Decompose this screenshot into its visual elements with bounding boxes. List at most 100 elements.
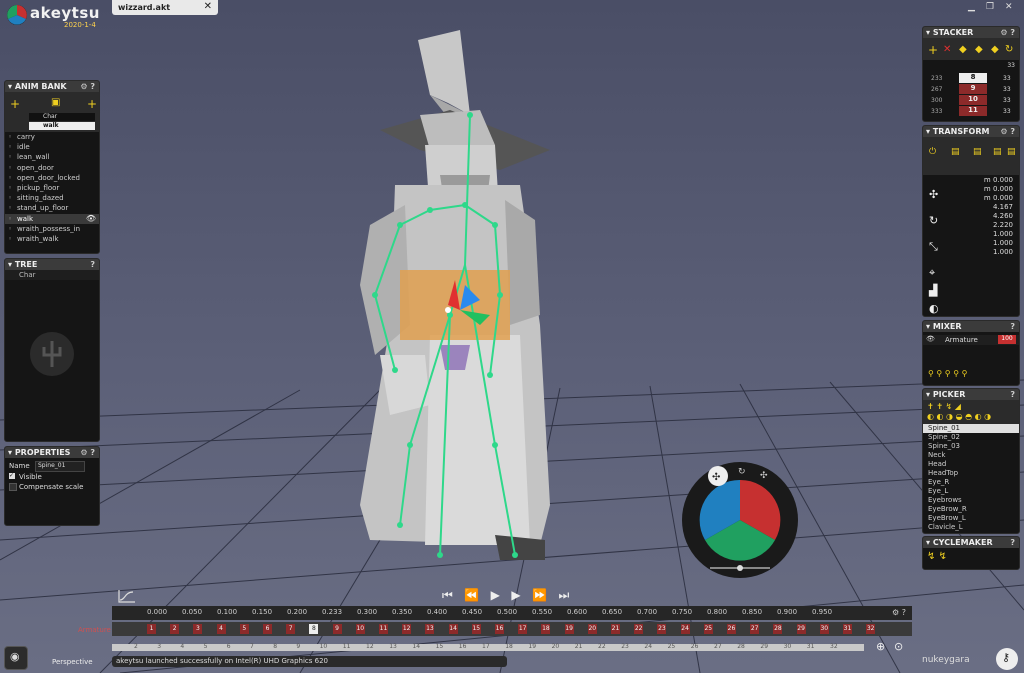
keyframe[interactable]: 17	[518, 624, 528, 634]
keyframe[interactable]: 26	[727, 624, 736, 634]
list-item[interactable]: wraith_walk	[5, 234, 99, 244]
play-icon[interactable]: ▶	[491, 588, 500, 602]
keyframe[interactable]: 29	[796, 624, 806, 634]
list-item[interactable]: idle	[5, 142, 99, 152]
mirror-icon[interactable]: ▤	[993, 147, 1002, 157]
keyframe[interactable]: 22	[634, 624, 644, 634]
maximize-icon[interactable]: ❐	[986, 2, 994, 12]
name-field[interactable]: Spine_01	[35, 461, 85, 472]
settings-help-icon[interactable]: ⚙ ?	[80, 81, 95, 92]
window-close-icon[interactable]: ✕	[1005, 2, 1013, 12]
key-copy-icon[interactable]: ◆	[975, 44, 983, 55]
list-item[interactable]: Eye_L	[923, 487, 1019, 496]
copy-icon[interactable]: ▤	[951, 147, 960, 157]
keyframe[interactable]: 21	[611, 624, 620, 634]
keyframe[interactable]: 23	[657, 624, 667, 634]
stacker-field[interactable]: 33	[1007, 62, 1015, 69]
play-loop-icon[interactable]: ▶	[511, 588, 520, 602]
keyframe[interactable]: 1	[147, 624, 156, 634]
list-item[interactable]: pickup_floor	[5, 183, 99, 193]
viewport-mode[interactable]: Perspective	[52, 658, 93, 666]
transform-value[interactable]: 2.220	[993, 221, 1013, 229]
help-icon[interactable]: ?	[90, 259, 95, 270]
list-item[interactable]: carry	[5, 132, 99, 142]
timeline-ruler[interactable]: 0.000 0.050 0.100 0.150 0.200 0.233 0.300 0.350…	[112, 606, 912, 620]
keyframe[interactable]: 12	[402, 624, 412, 634]
list-item[interactable]: EyeBrow_L	[923, 514, 1019, 523]
visible-checkbox[interactable]: ✓	[9, 473, 15, 479]
keyframe[interactable]: 14	[448, 624, 458, 634]
list-item[interactable]: Clavicle_L	[923, 523, 1019, 532]
transform-value[interactable]: m 0.000	[984, 194, 1013, 202]
first-frame-icon[interactable]: ⏮	[442, 588, 453, 602]
translate-icon[interactable]: ✣	[929, 188, 938, 201]
prev-key-icon[interactable]: ⏪	[464, 588, 479, 602]
keyframe[interactable]: 30	[819, 624, 829, 634]
settings-help-icon[interactable]: ⚙ ?	[1000, 126, 1015, 137]
keyframe[interactable]: 24	[680, 624, 690, 634]
stacker-key[interactable]: 8	[959, 73, 987, 83]
list-item[interactable]: sitting_dazed	[5, 193, 99, 203]
add-key-icon[interactable]: +	[928, 43, 938, 57]
keyframe[interactable]: 25	[703, 624, 713, 634]
last-frame-icon[interactable]: ⏭	[558, 588, 569, 602]
transform-value[interactable]: 1.000	[993, 239, 1013, 247]
keyframe-track[interactable]: 1 2 3 4 5 6 7 8 9 10 11 12 13 14 15 16 17 18 19 20 21 22 23 24 2…	[112, 622, 912, 636]
settings-help-icon[interactable]: ⚙ ?	[80, 447, 95, 458]
list-item[interactable]: HeadTop	[923, 469, 1019, 478]
list-item[interactable]: Eye_R	[923, 478, 1019, 487]
keyframe[interactable]: 31	[843, 624, 852, 634]
keyframe[interactable]: 5	[239, 624, 249, 634]
flip-icon[interactable]: ▤	[1007, 147, 1016, 157]
help-icon[interactable]: ?	[1010, 389, 1015, 400]
help-icon[interactable]: ?	[1010, 321, 1015, 332]
eye-icon[interactable]: 👁	[86, 214, 96, 223]
keyframe[interactable]: 8	[309, 624, 319, 634]
list-item[interactable]: Head	[923, 460, 1019, 469]
keyframe[interactable]: 13	[425, 624, 435, 634]
transform-value[interactable]: 1.000	[993, 230, 1013, 238]
transform-value[interactable]: 4.167	[993, 203, 1013, 211]
rotate-icon[interactable]: ↻	[929, 214, 938, 227]
list-item[interactable]: Eyebrows	[923, 496, 1019, 505]
key-icon[interactable]: ⚷	[996, 648, 1018, 670]
keyframe[interactable]: 6	[263, 624, 272, 634]
timeline-scrollbar[interactable]: 2 3 4 5 6 7 8 9 10 11 12 13 14 15 16 17 18 19 20 21 22 23 24 25…	[112, 643, 864, 651]
cycle-tools-icon[interactable]: ↯ ↯	[927, 551, 947, 562]
transform-value[interactable]: m 0.000	[984, 185, 1013, 193]
keyframe[interactable]: 7	[286, 624, 296, 634]
transform-value[interactable]: 1.000	[993, 248, 1013, 256]
keyframe[interactable]: 2	[170, 624, 180, 634]
mixer-layer-weight[interactable]: 100	[998, 335, 1016, 344]
list-item[interactable]: Neck	[923, 451, 1019, 460]
keyframe[interactable]: 15	[471, 624, 481, 634]
mixer-tools-icon[interactable]: ⚲ ⚲ ⚲ ⚲ ⚲	[928, 369, 967, 378]
keyframe[interactable]: 4	[216, 624, 226, 634]
keyframe[interactable]: 19	[564, 624, 574, 634]
keyframe[interactable]: 11	[379, 624, 388, 634]
close-icon[interactable]: ✕	[204, 1, 212, 12]
stacker-key[interactable]: 11	[959, 106, 987, 116]
curve-editor-icon[interactable]	[117, 588, 137, 604]
list-item[interactable]: open_door_locked	[5, 173, 99, 183]
compensate-checkbox[interactable]	[9, 483, 17, 491]
add-bank-icon[interactable]: +	[87, 97, 97, 111]
list-item[interactable]: open_door	[5, 163, 99, 173]
list-item[interactable]: EyeBrow_R	[923, 505, 1019, 514]
paste-icon[interactable]: ▤	[973, 147, 982, 157]
eye-icon[interactable]: 👁	[926, 335, 935, 343]
transform-value[interactable]: 4.260	[993, 212, 1013, 220]
zoom-fit-icon[interactable]: ⊙	[894, 640, 903, 653]
list-item[interactable]: lean_wall	[5, 152, 99, 162]
folder-icon[interactable]: ▣	[51, 97, 60, 108]
blend-icon[interactable]: ◐	[929, 302, 939, 315]
next-key-icon[interactable]: ⏩	[532, 588, 547, 602]
keyframe[interactable]: 20	[587, 624, 597, 634]
pin-icon[interactable]: ⌖	[929, 266, 935, 280]
character-model[interactable]	[330, 25, 590, 580]
stacker-key[interactable]: 9	[959, 84, 987, 94]
picker-select-icons[interactable]: ◐ ◐ ◑ ◒ ◓ ◐ ◑	[927, 412, 991, 421]
list-item[interactable]: wraith_possess_in	[5, 224, 99, 234]
stacker-key[interactable]: 10	[959, 95, 987, 105]
keyframe[interactable]: 9	[332, 624, 342, 634]
